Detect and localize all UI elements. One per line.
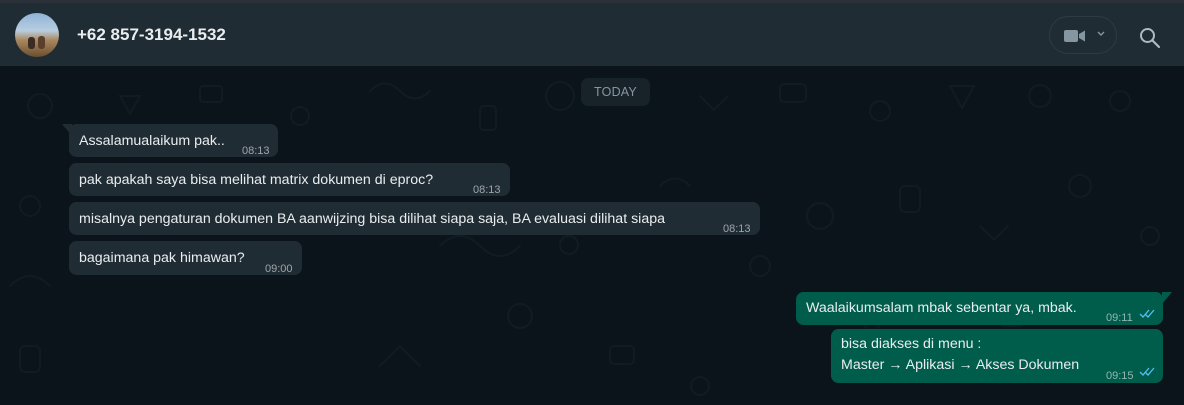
read-receipt-icon [1139,367,1155,376]
message-bubble-incoming[interactable]: bagaimana pak himawan? 09:00 [69,241,302,275]
message-bubble-incoming[interactable]: Assalamualaikum pak.. 08:13 [69,124,278,157]
message-text: pak apakah saya bisa melihat matrix doku… [79,172,434,188]
message-time: 08:13 [473,184,501,196]
message-text: bagaimana pak himawan? [79,250,245,266]
message-text-line: bisa diakses di menu : [841,336,982,352]
message-text-line: Master → Aplikasi → Akses Dokumen [841,357,1080,373]
contact-name[interactable]: +62 857-3194-1532 [77,25,226,45]
message-time: 09:15 [1106,370,1134,382]
message-time: 08:13 [242,145,270,157]
contact-avatar[interactable] [15,13,59,57]
bubble-tail [1162,292,1172,304]
chat-header: +62 857-3194-1532 [0,3,1184,66]
avatar-figure [28,37,35,49]
message-bubble-outgoing[interactable]: Waalaikumsalam mbak sebentar ya, mbak. 0… [796,292,1163,325]
message-time: 09:00 [265,263,293,275]
search-icon[interactable] [1139,27,1161,49]
message-time: 09:11 [1106,312,1133,324]
message-time: 08:13 [723,223,751,235]
video-call-button[interactable] [1049,16,1117,54]
date-separator: TODAY [581,78,650,106]
message-bubble-outgoing[interactable]: bisa diakses di menu : Master → Aplikasi… [831,329,1163,383]
message-bubble-incoming[interactable]: pak apakah saya bisa melihat matrix doku… [69,163,510,196]
read-receipt-icon [1139,309,1155,318]
message-text: misalnya pengaturan dokumen BA aanwijzin… [79,211,665,227]
message-bubble-incoming[interactable]: misalnya pengaturan dokumen BA aanwijzin… [69,202,760,235]
message-pane[interactable]: TODAY Assalamualaikum pak.. 08:13 pak ap… [0,66,1184,405]
message-text: Waalaikumsalam mbak sebentar ya, mbak. [806,300,1077,316]
video-camera-icon [1064,30,1085,42]
avatar-figure [38,36,45,49]
chevron-down-icon [1097,31,1105,36]
message-text: Assalamualaikum pak.. [79,133,225,149]
